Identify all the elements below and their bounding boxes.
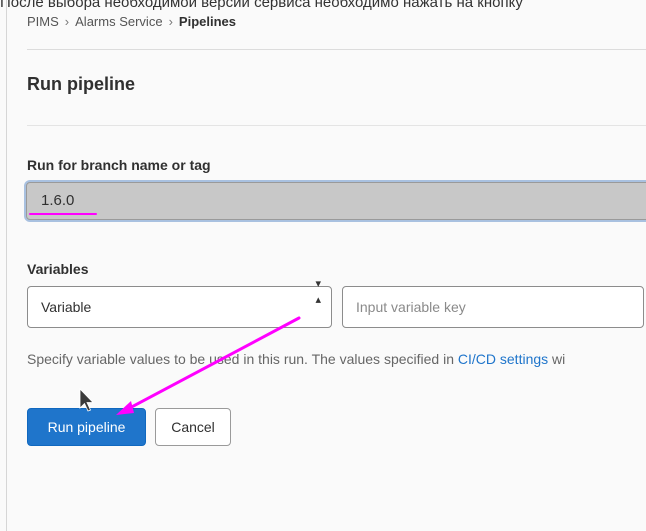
- breadcrumb-item-alarms-service[interactable]: Alarms Service: [75, 14, 162, 29]
- breadcrumb-item-pims[interactable]: PIMS: [27, 14, 59, 29]
- branch-label: Run for branch name or tag: [27, 157, 211, 173]
- divider: [27, 49, 646, 50]
- variable-type-select[interactable]: Variable ▴ ▾: [27, 278, 332, 328]
- breadcrumb-separator: ›: [168, 14, 173, 29]
- instruction-caption: После выбора необходимой версии сервиса …: [0, 0, 523, 11]
- help-text-body: Specify variable values to be used in th…: [27, 351, 458, 367]
- help-text-suffix: wi: [548, 351, 566, 367]
- branch-value: 1.6.0: [41, 192, 75, 209]
- divider: [27, 125, 646, 126]
- breadcrumb-item-pipelines[interactable]: Pipelines: [179, 14, 236, 29]
- variable-type-value: Variable: [41, 299, 92, 315]
- breadcrumb: PIMS › Alarms Service › Pipelines: [27, 14, 236, 29]
- help-text: Specify variable values to be used in th…: [27, 351, 646, 367]
- variables-label: Variables: [27, 261, 89, 277]
- page-title: Run pipeline: [27, 74, 135, 94]
- cancel-button[interactable]: Cancel: [155, 408, 231, 446]
- branch-select[interactable]: 1.6.0: [26, 182, 646, 220]
- breadcrumb-separator: ›: [64, 14, 70, 29]
- left-border: [6, 0, 7, 531]
- cicd-settings-link[interactable]: CI/CD settings: [458, 351, 548, 367]
- variable-key-input[interactable]: [342, 286, 644, 328]
- annotation-underline: [29, 213, 97, 215]
- run-pipeline-button[interactable]: Run pipeline: [27, 408, 146, 446]
